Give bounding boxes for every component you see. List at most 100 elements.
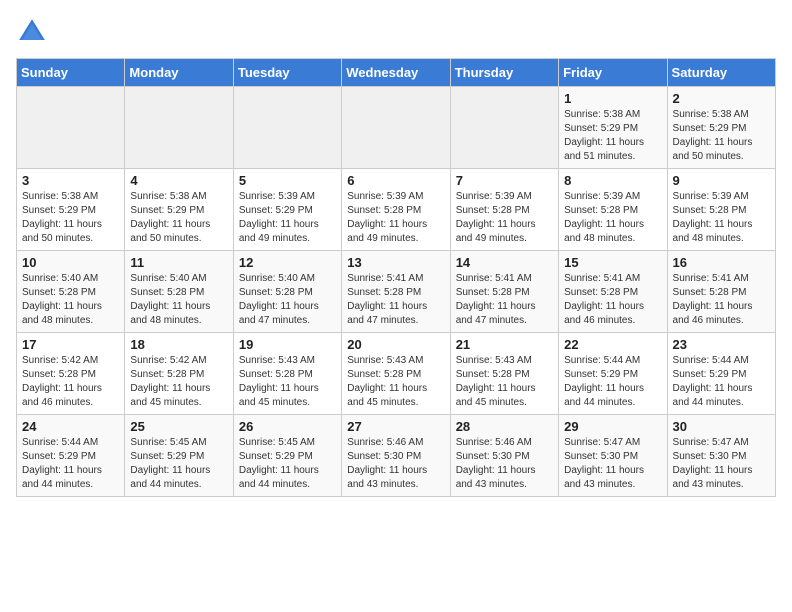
day-info: Sunrise: 5:41 AM Sunset: 5:28 PM Dayligh… [456, 272, 553, 328]
calendar-cell: 18Sunrise: 5:42 AM Sunset: 5:28 PM Dayli… [125, 333, 233, 415]
calendar-cell: 16 Sunrise: 5:41 AM Sunset: 5:28 PM Dayli… [667, 251, 775, 333]
calendar-cell: 8 Sunrise: 5:39 AM Sunset: 5:28 PM Daylig… [559, 169, 667, 251]
day-info: Sunrise: 5:39 AM Sunset: 5:29 PM Dayligh… [239, 190, 336, 246]
calendar-week-row: 17 Sunrise: 5:42 AM Sunset: 5:28 PM Dayli… [17, 333, 776, 415]
day-info: Sunrise: 5:38 AM Sunset: 5:29 PM Dayligh… [673, 108, 770, 164]
logo [16, 16, 54, 48]
calendar-cell: 2Sunrise: 5:38 AM Sunset: 5:29 PM Daylig… [667, 87, 775, 169]
calendar-cell: 20 Sunrise: 5:43 AM Sunset: 5:28 PM Dayli… [342, 333, 450, 415]
header-day-tuesday: Tuesday [233, 59, 341, 87]
day-info: Sunrise: 5:40 AM Sunset: 5:28 PM Dayligh… [22, 272, 119, 328]
day-info: Sunrise: 5:43 AM Sunset: 5:28 PM Dayligh… [456, 354, 553, 410]
header-day-monday: Monday [125, 59, 233, 87]
day-number: 11 [130, 255, 227, 270]
day-number: 16 [673, 255, 770, 270]
day-info: Sunrise: 5:46 AM Sunset: 5:30 PM Dayligh… [347, 436, 444, 492]
day-number: 7 [456, 173, 553, 188]
calendar-cell: 7 Sunrise: 5:39 AM Sunset: 5:28 PM Daylig… [450, 169, 558, 251]
calendar-cell [233, 87, 341, 169]
day-number: 25 [130, 419, 227, 434]
day-number: 18 [130, 337, 227, 352]
day-number: 15 [564, 255, 661, 270]
day-number: 28 [456, 419, 553, 434]
page-container: SundayMondayTuesdayWednesdayThursdayFrid… [16, 16, 776, 497]
day-number: 4 [130, 173, 227, 188]
day-info: Sunrise: 5:44 AM Sunset: 5:29 PM Dayligh… [22, 436, 119, 492]
day-info: Sunrise: 5:41 AM Sunset: 5:28 PM Dayligh… [673, 272, 770, 328]
calendar-cell: 27 Sunrise: 5:46 AM Sunset: 5:30 PM Dayli… [342, 415, 450, 497]
calendar-cell: 4 Sunrise: 5:38 AM Sunset: 5:29 PM Daylig… [125, 169, 233, 251]
calendar-cell: 19 Sunrise: 5:43 AM Sunset: 5:28 PM Dayli… [233, 333, 341, 415]
day-info: Sunrise: 5:41 AM Sunset: 5:28 PM Dayligh… [347, 272, 444, 328]
day-number: 9 [673, 173, 770, 188]
calendar-cell [17, 87, 125, 169]
day-info: Sunrise: 5:39 AM Sunset: 5:28 PM Dayligh… [456, 190, 553, 246]
calendar-cell [342, 87, 450, 169]
day-info: Sunrise: 5:44 AM Sunset: 5:29 PM Dayligh… [673, 354, 770, 410]
day-info: Sunrise: 5:40 AM Sunset: 5:28 PM Dayligh… [130, 272, 227, 328]
day-info: Sunrise: 5:45 AM Sunset: 5:29 PM Dayligh… [130, 436, 227, 492]
day-info: Sunrise: 5:39 AM Sunset: 5:28 PM Dayligh… [347, 190, 444, 246]
day-info: Sunrise: 5:44 AM Sunset: 5:29 PM Dayligh… [564, 354, 661, 410]
calendar-cell: 10 Sunrise: 5:40 AM Sunset: 5:28 PM Dayli… [17, 251, 125, 333]
day-number: 20 [347, 337, 444, 352]
calendar-week-row: 10 Sunrise: 5:40 AM Sunset: 5:28 PM Dayli… [17, 251, 776, 333]
day-number: 30 [673, 419, 770, 434]
day-info: Sunrise: 5:38 AM Sunset: 5:29 PM Dayligh… [22, 190, 119, 246]
day-number: 21 [456, 337, 553, 352]
day-info: Sunrise: 5:41 AM Sunset: 5:28 PM Dayligh… [564, 272, 661, 328]
day-number: 27 [347, 419, 444, 434]
day-info: Sunrise: 5:43 AM Sunset: 5:28 PM Dayligh… [239, 354, 336, 410]
calendar-cell: 9Sunrise: 5:39 AM Sunset: 5:28 PM Daylig… [667, 169, 775, 251]
day-number: 6 [347, 173, 444, 188]
day-number: 13 [347, 255, 444, 270]
day-info: Sunrise: 5:47 AM Sunset: 5:30 PM Dayligh… [673, 436, 770, 492]
header-day-friday: Friday [559, 59, 667, 87]
calendar-cell: 29Sunrise: 5:47 AM Sunset: 5:30 PM Dayli… [559, 415, 667, 497]
calendar-cell: 12 Sunrise: 5:40 AM Sunset: 5:28 PM Dayli… [233, 251, 341, 333]
day-number: 10 [22, 255, 119, 270]
calendar-cell: 17 Sunrise: 5:42 AM Sunset: 5:28 PM Dayli… [17, 333, 125, 415]
calendar-cell [125, 87, 233, 169]
day-number: 12 [239, 255, 336, 270]
calendar-cell: 13 Sunrise: 5:41 AM Sunset: 5:28 PM Dayli… [342, 251, 450, 333]
day-info: Sunrise: 5:38 AM Sunset: 5:29 PM Dayligh… [564, 108, 661, 164]
day-number: 5 [239, 173, 336, 188]
calendar-cell: 23 Sunrise: 5:44 AM Sunset: 5:29 PM Dayli… [667, 333, 775, 415]
calendar-week-row: 1 Sunrise: 5:38 AM Sunset: 5:29 PM Daylig… [17, 87, 776, 169]
day-info: Sunrise: 5:39 AM Sunset: 5:28 PM Dayligh… [564, 190, 661, 246]
day-number: 3 [22, 173, 119, 188]
calendar-cell: 1 Sunrise: 5:38 AM Sunset: 5:29 PM Daylig… [559, 87, 667, 169]
calendar-cell: 11 Sunrise: 5:40 AM Sunset: 5:28 PM Dayli… [125, 251, 233, 333]
day-info: Sunrise: 5:38 AM Sunset: 5:29 PM Dayligh… [130, 190, 227, 246]
day-number: 14 [456, 255, 553, 270]
day-info: Sunrise: 5:40 AM Sunset: 5:28 PM Dayligh… [239, 272, 336, 328]
header-day-wednesday: Wednesday [342, 59, 450, 87]
calendar-cell: 15 Sunrise: 5:41 AM Sunset: 5:28 PM Dayli… [559, 251, 667, 333]
day-number: 26 [239, 419, 336, 434]
day-info: Sunrise: 5:46 AM Sunset: 5:30 PM Dayligh… [456, 436, 553, 492]
calendar-cell [450, 87, 558, 169]
header-day-thursday: Thursday [450, 59, 558, 87]
day-number: 1 [564, 91, 661, 106]
day-info: Sunrise: 5:43 AM Sunset: 5:28 PM Dayligh… [347, 354, 444, 410]
calendar-cell: 22Sunrise: 5:44 AM Sunset: 5:29 PM Dayli… [559, 333, 667, 415]
calendar-cell: 28 Sunrise: 5:46 AM Sunset: 5:30 PM Dayli… [450, 415, 558, 497]
day-number: 19 [239, 337, 336, 352]
calendar-cell: 26Sunrise: 5:45 AM Sunset: 5:29 PM Dayli… [233, 415, 341, 497]
day-number: 8 [564, 173, 661, 188]
header-day-sunday: Sunday [17, 59, 125, 87]
calendar-week-row: 24Sunrise: 5:44 AM Sunset: 5:29 PM Dayli… [17, 415, 776, 497]
calendar-cell: 24Sunrise: 5:44 AM Sunset: 5:29 PM Dayli… [17, 415, 125, 497]
header [16, 16, 776, 48]
calendar-cell: 6 Sunrise: 5:39 AM Sunset: 5:28 PM Daylig… [342, 169, 450, 251]
calendar-cell: 30 Sunrise: 5:47 AM Sunset: 5:30 PM Dayli… [667, 415, 775, 497]
calendar-table: SundayMondayTuesdayWednesdayThursdayFrid… [16, 58, 776, 497]
day-info: Sunrise: 5:42 AM Sunset: 5:28 PM Dayligh… [22, 354, 119, 410]
day-number: 17 [22, 337, 119, 352]
header-day-saturday: Saturday [667, 59, 775, 87]
logo-icon [16, 16, 48, 48]
calendar-header-row: SundayMondayTuesdayWednesdayThursdayFrid… [17, 59, 776, 87]
day-number: 23 [673, 337, 770, 352]
calendar-cell: 5 Sunrise: 5:39 AM Sunset: 5:29 PM Daylig… [233, 169, 341, 251]
